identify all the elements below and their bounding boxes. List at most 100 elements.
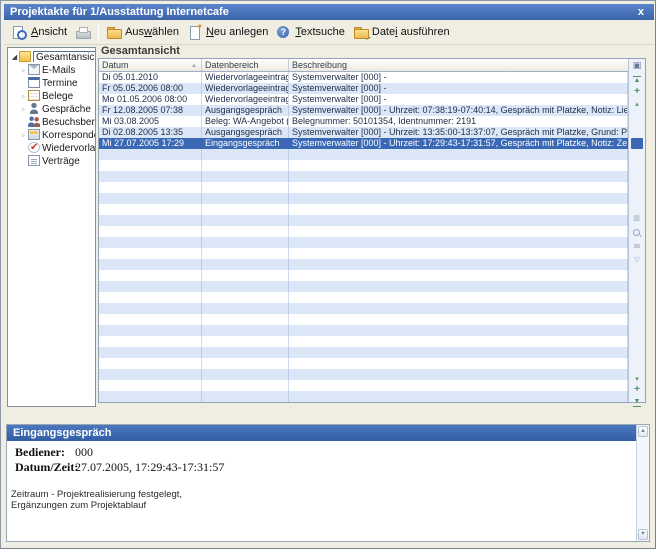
search-records-icon[interactable]: [629, 228, 645, 238]
table-row-2[interactable]: Fr 05.05.2006 08:00WiedervorlageeintragS…: [99, 83, 628, 94]
table-row-empty[interactable]: [99, 270, 628, 281]
table-row-empty[interactable]: [99, 292, 628, 303]
table-row-empty[interactable]: [99, 281, 628, 292]
expander-collapsed-icon[interactable]: ▹: [19, 65, 28, 75]
expander-expanded-icon[interactable]: ◢: [10, 51, 19, 62]
tree-item-korrespondenzen[interactable]: ▹Korrespondenzen: [8, 127, 95, 140]
table-row-empty[interactable]: [99, 160, 628, 171]
table-cell: [99, 303, 202, 314]
toolbar: Ansicht Auswählen Neu anlegen Textsuche …: [4, 20, 654, 45]
tree-item-vertr-ge[interactable]: Verträge: [8, 153, 95, 166]
insert-record-icon[interactable]: +: [629, 86, 645, 97]
table-row-5[interactable]: Mi 03.08.2005Beleg: WA-Angebot (alle Bel…: [99, 116, 628, 127]
table-row-empty[interactable]: [99, 303, 628, 314]
table-row-empty[interactable]: [99, 182, 628, 193]
table-row-empty[interactable]: [99, 248, 628, 259]
table-cell: [289, 171, 628, 182]
expander-collapsed-icon[interactable]: ▹: [19, 130, 28, 140]
table-cell: Di 02.08.2005 13:35: [99, 127, 202, 138]
datei-ausfuehren-button[interactable]: ▸ Datei ausführen: [349, 23, 454, 42]
tree-item-e-mails[interactable]: ▹E-Mails: [8, 62, 95, 75]
table-cell: [289, 149, 628, 160]
table-row-6[interactable]: Di 02.08.2005 13:35AusgangsgesprächSyste…: [99, 127, 628, 138]
print-button[interactable]: [71, 23, 95, 42]
table-cell: [289, 226, 628, 237]
tree-item-label: Termine: [42, 78, 78, 88]
table-cell: [202, 303, 289, 314]
expander-collapsed-icon[interactable]: ▹: [19, 104, 28, 114]
scroll-up-icon[interactable]: ▴: [629, 100, 645, 110]
table-row-4[interactable]: Fr 12.08.2005 07:38AusgangsgesprächSyste…: [99, 105, 628, 116]
person-icon: [28, 103, 40, 114]
scroll-up-button[interactable]: ▲: [638, 426, 648, 437]
table-cell: [202, 182, 289, 193]
table-row-empty[interactable]: [99, 336, 628, 347]
columns-view-icon[interactable]: ▥: [629, 214, 645, 224]
auswaehlen-button[interactable]: Auswählen: [102, 23, 183, 42]
table-cell: [289, 160, 628, 171]
scroll-thumb[interactable]: [631, 138, 643, 149]
mail-icon: [28, 64, 40, 75]
tree-item-gesamtansicht[interactable]: ◢Gesamtansicht: [8, 49, 95, 62]
table-row-empty[interactable]: [99, 347, 628, 358]
table-row-empty[interactable]: [99, 380, 628, 391]
table-row-empty[interactable]: [99, 226, 628, 237]
table-row-1[interactable]: Di 05.01.2010WiedervorlageeintragSystemv…: [99, 72, 628, 83]
scroll-to-bottom-icon[interactable]: ▼: [629, 397, 645, 407]
table-row-empty[interactable]: [99, 149, 628, 160]
table-row-empty[interactable]: [99, 391, 628, 402]
table-cell: [99, 325, 202, 336]
column-chooser-icon[interactable]: ▣: [629, 60, 645, 70]
tree-item-gespr-che[interactable]: ▹Gespräche: [8, 101, 95, 114]
title-bar[interactable]: Projektakte für 1/Ausstattung Internetca…: [4, 4, 654, 20]
table-cell: [202, 380, 289, 391]
table-row-empty[interactable]: [99, 215, 628, 226]
table-cell: [289, 391, 628, 402]
neu-anlegen-button[interactable]: Neu anlegen: [183, 23, 272, 42]
table-cell: [202, 358, 289, 369]
field-value: 000: [75, 445, 93, 459]
table-row-empty[interactable]: [99, 259, 628, 270]
table-row-empty[interactable]: [99, 358, 628, 369]
table-row-empty[interactable]: [99, 314, 628, 325]
table-row-empty[interactable]: [99, 237, 628, 248]
table-cell: [99, 314, 202, 325]
detail-panel: Eingangsgespräch Bediener:000Datum/Zeit:…: [6, 424, 650, 542]
table-row-3[interactable]: Mo 01.05.2006 08:00WiedervorlageeintragS…: [99, 94, 628, 105]
table-row-empty[interactable]: [99, 369, 628, 380]
tree-item-termine[interactable]: Termine: [8, 75, 95, 88]
table-header: Datum ▲ Datenbereich Beschreibung: [99, 59, 628, 72]
column-header-datum[interactable]: Datum ▲: [99, 59, 202, 71]
table-cell: [289, 369, 628, 380]
expander-collapsed-icon[interactable]: ▹: [19, 91, 28, 101]
tree-item-belege[interactable]: ▹Belege: [8, 88, 95, 101]
append-record-icon[interactable]: +: [629, 384, 645, 395]
tree-item-label: Besuchsberichte: [42, 117, 95, 127]
ansicht-button[interactable]: Ansicht: [8, 23, 71, 42]
table-cell: [289, 281, 628, 292]
field-value: 27.07.2005, 17:29:43-17:31:57: [75, 460, 224, 474]
textsuche-button[interactable]: Textsuche: [272, 23, 349, 42]
scroll-to-top-icon[interactable]: ▲: [629, 76, 645, 86]
detail-scrollbar[interactable]: ▲ ▼: [636, 425, 649, 541]
table-body: Di 05.01.2010WiedervorlageeintragSystemv…: [99, 72, 628, 402]
scroll-down-button[interactable]: ▼: [638, 529, 648, 540]
mail-record-icon[interactable]: ✉: [629, 242, 645, 252]
tree-item-besuchsberichte[interactable]: Besuchsberichte: [8, 114, 95, 127]
tree-item-wiedervorlagen[interactable]: Wiedervorlagen: [8, 140, 95, 153]
table-cell: [202, 248, 289, 259]
table-row-empty[interactable]: [99, 193, 628, 204]
column-header-datenbereich[interactable]: Datenbereich: [202, 59, 289, 71]
table-cell: [99, 204, 202, 215]
close-button[interactable]: x: [638, 5, 644, 19]
filter-icon[interactable]: ▽: [629, 256, 645, 266]
table-cell: [202, 171, 289, 182]
table-row-empty[interactable]: [99, 171, 628, 182]
table-row-empty[interactable]: [99, 204, 628, 215]
column-header-beschreibung[interactable]: Beschreibung: [289, 59, 628, 71]
table-cell: Eingangsgespräch: [202, 138, 289, 149]
table-row-7[interactable]: Mi 27.07.2005 17:29EingangsgesprächSyste…: [99, 138, 628, 149]
table-cell: [99, 193, 202, 204]
run-file-icon: ▸: [353, 25, 369, 40]
table-row-empty[interactable]: [99, 325, 628, 336]
